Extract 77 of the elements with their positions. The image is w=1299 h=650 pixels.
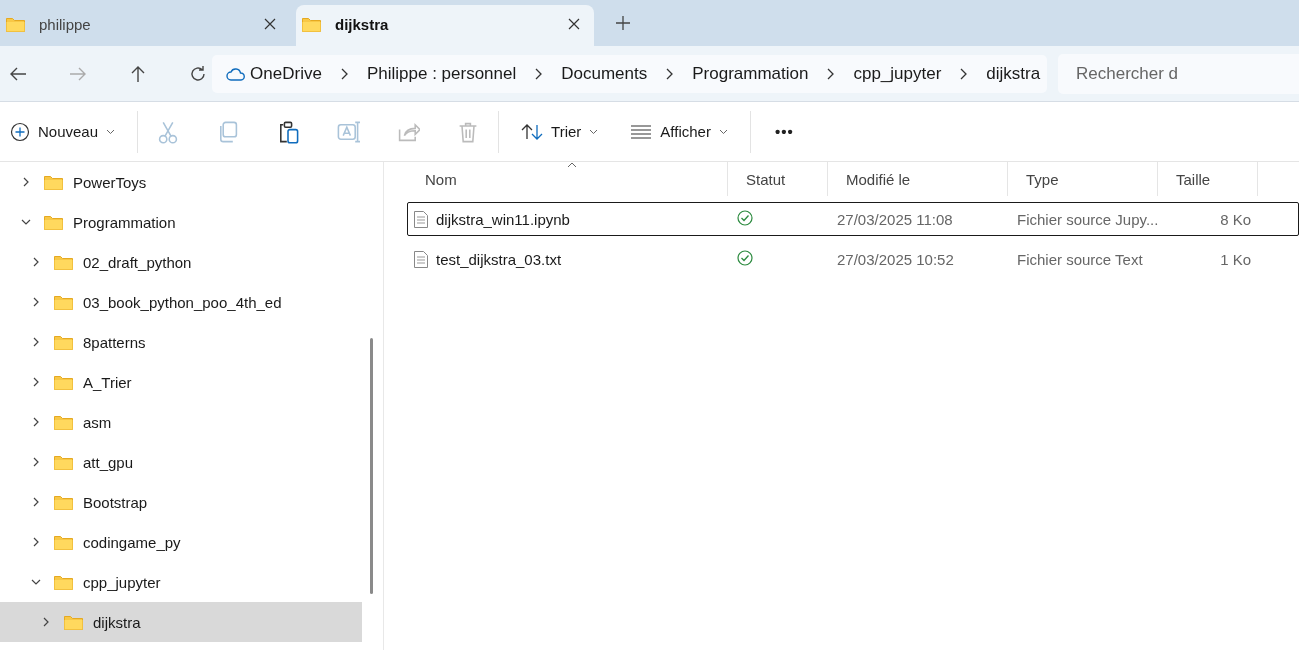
document-icon: [414, 250, 428, 268]
close-icon[interactable]: [264, 18, 276, 30]
address-bar[interactable]: OneDrive Philippe : personnel Documents Programmation cpp_jupyter dijkstra: [212, 54, 1047, 93]
type-cell-text: Fichier source Jupy...: [1016, 210, 1159, 228]
folder-icon: [54, 294, 73, 310]
breadcrumb-item[interactable]: Documents: [557, 63, 652, 84]
chevron-down-icon: [718, 128, 728, 135]
sort-arrows-icon: [521, 122, 544, 141]
folder-icon: [302, 16, 321, 32]
breadcrumb-item[interactable]: OneDrive: [246, 63, 326, 84]
folder-icon: [54, 374, 73, 390]
size-cell-text: 8 Ko: [1219, 210, 1252, 228]
tree-item[interactable]: 03_book_python_poo_4th_ed: [0, 282, 362, 322]
file-row[interactable]: test_dijkstra_03.txt 27/03/2025 10:52 Fichier source Text 1 Ko: [407, 242, 1299, 276]
refresh-icon[interactable]: [188, 63, 208, 84]
tree-item[interactable]: asm: [0, 402, 362, 442]
sort-caret-icon: [567, 162, 577, 168]
chevron-right-icon[interactable]: [665, 67, 675, 80]
view-button[interactable]: Afficher: [626, 117, 732, 146]
folder-icon: [54, 334, 73, 350]
folder-icon: [54, 534, 73, 550]
breadcrumb-item[interactable]: Programmation: [688, 63, 813, 84]
chevron-down-icon: [106, 128, 116, 135]
tree-item[interactable]: codingame_py: [0, 522, 362, 562]
tree-item[interactable]: Bootstrap: [0, 482, 362, 522]
folder-icon: [44, 214, 63, 230]
chevron-right-icon[interactable]: [534, 67, 544, 80]
folder-icon: [54, 574, 73, 590]
breadcrumb-item[interactable]: Philippe : personnel: [362, 63, 521, 84]
tree-item[interactable]: Programmation: [0, 202, 362, 242]
chevron-right-icon[interactable]: [959, 67, 969, 80]
folder-icon: [54, 414, 73, 430]
new-button[interactable]: Nouveau: [6, 115, 120, 148]
file-name: test_dijkstra_03.txt: [436, 250, 562, 268]
folder-icon: [44, 174, 63, 190]
type-cell-text: Fichier source Text: [1016, 250, 1144, 268]
close-icon[interactable]: [568, 18, 580, 30]
check-circle-icon: [737, 249, 753, 266]
column-header[interactable]: Type: [1008, 162, 1158, 196]
check-circle-icon: [737, 209, 753, 226]
plus-circle-icon: [10, 121, 30, 142]
date-cell-text: 27/03/2025 11:08: [836, 210, 954, 228]
folder-icon: [54, 254, 73, 270]
tree-item[interactable]: 8patterns: [0, 322, 362, 362]
chevron-down-icon: [589, 128, 599, 135]
tab[interactable]: philippe: [0, 5, 290, 46]
more-button[interactable]: •••: [768, 122, 800, 141]
breadcrumb-item[interactable]: dijkstra: [982, 63, 1045, 84]
folder-icon: [6, 16, 25, 32]
chevron-right-icon[interactable]: [826, 67, 836, 80]
column-header[interactable]: Modifié le: [828, 162, 1008, 196]
tree-item[interactable]: cpp_jupyter: [0, 562, 362, 602]
add-tab-icon[interactable]: [616, 16, 630, 30]
cloud-icon: [226, 66, 247, 81]
sort-button[interactable]: Trier: [517, 116, 603, 147]
file-name: dijkstra_win11.ipynb: [436, 210, 570, 228]
size-cell-text: 1 Ko: [1219, 250, 1252, 268]
tree-item[interactable]: A_Trier: [0, 362, 362, 402]
breadcrumb-item[interactable]: cpp_jupyter: [849, 63, 946, 84]
search-field[interactable]: Rechercher d: [1058, 53, 1299, 94]
folder-icon: [54, 494, 73, 510]
tree-item[interactable]: PowerToys: [0, 162, 362, 202]
document-icon: [414, 210, 428, 228]
tree-item[interactable]: dijkstra: [0, 602, 362, 642]
tab[interactable]: dijkstra: [296, 5, 594, 46]
tree-item[interactable]: 02_draft_python: [0, 242, 362, 282]
chevron-right-icon[interactable]: [339, 67, 349, 80]
folder-icon: [64, 614, 83, 630]
lines-icon: [630, 124, 653, 139]
scrollbar-thumb[interactable]: [370, 338, 373, 594]
tree-item[interactable]: att_gpu: [0, 442, 362, 482]
date-cell-text: 27/03/2025 10:52: [836, 250, 955, 268]
file-row[interactable]: dijkstra_win11.ipynb 27/03/2025 11:08 Fichier source Jupy... 8 Ko: [407, 202, 1299, 236]
column-header[interactable]: Taille: [1158, 162, 1258, 196]
column-header[interactable]: Nom: [407, 162, 728, 196]
column-header[interactable]: Statut: [728, 162, 828, 196]
folder-icon: [54, 454, 73, 470]
